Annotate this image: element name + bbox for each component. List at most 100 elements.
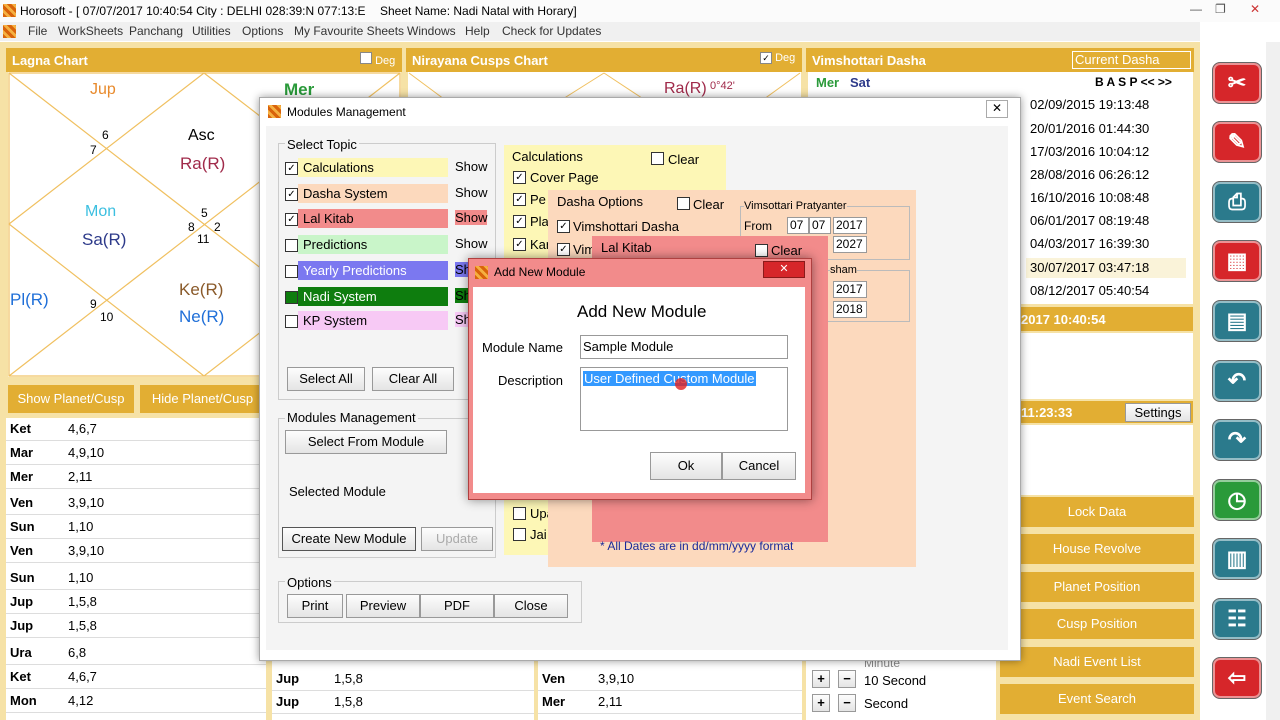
topic-checkbox[interactable]: ✓ xyxy=(285,188,298,201)
topic-label: KP System xyxy=(303,313,368,328)
topic-checkbox[interactable]: ✓ xyxy=(285,213,298,226)
calc-item-checkbox[interactable] xyxy=(513,528,526,541)
calc-item-checkbox[interactable] xyxy=(513,507,526,520)
dasha-date: 28/08/2016 06:26:12 xyxy=(1030,167,1150,182)
planet-position-button[interactable]: Planet Position xyxy=(1000,572,1194,602)
select-all-button[interactable]: Select All xyxy=(287,367,365,391)
update-button[interactable]: Update xyxy=(421,527,493,551)
description-selected-text: User Defined Custom Module xyxy=(583,371,756,386)
menu-file[interactable]: File xyxy=(28,24,47,38)
topic-predictions[interactable]: Predictions xyxy=(298,235,448,254)
close-icon[interactable]: ✕ xyxy=(1250,2,1260,16)
show-planet-cusp-button[interactable]: Show Planet/Cusp xyxy=(8,385,134,413)
topic-show-link[interactable]: Show xyxy=(455,210,488,225)
dasha-nav[interactable]: B A S P << >> xyxy=(1095,75,1172,89)
exit-icon[interactable]: ⇦ xyxy=(1212,657,1262,699)
create-new-module-button[interactable]: Create New Module xyxy=(282,527,416,551)
preview-button[interactable]: Preview xyxy=(346,594,420,618)
event-search-button[interactable]: Event Search xyxy=(1000,684,1194,714)
sham-year-input[interactable]: 2018 xyxy=(833,301,867,318)
lal-kitab-title: Lal Kitab xyxy=(601,240,652,255)
speed-second: Second xyxy=(864,696,909,711)
topic-nadi-system[interactable]: Nadi System xyxy=(298,287,448,306)
topic-kp-system[interactable]: KP System xyxy=(298,311,448,330)
maximize-icon[interactable]: ❐ xyxy=(1215,2,1226,16)
clear-all-button[interactable]: Clear All xyxy=(372,367,454,391)
ok-button[interactable]: Ok xyxy=(650,452,722,480)
dasha-clear-checkbox[interactable] xyxy=(677,197,690,210)
topic-dasha-system[interactable]: Dasha System xyxy=(298,184,448,203)
edit-icon[interactable]: ✎ xyxy=(1212,121,1262,163)
topic-show-link[interactable]: Show xyxy=(455,185,488,200)
speed-plus-button[interactable]: + xyxy=(812,694,830,712)
menu-favourite-sheets[interactable]: My Favourite Sheets xyxy=(294,24,404,38)
pdf-button[interactable]: PDF xyxy=(420,594,494,618)
lock-data-button[interactable]: Lock Data xyxy=(1000,497,1194,527)
hide-planet-cusp-button[interactable]: Hide Planet/Cusp xyxy=(140,385,265,413)
from-day-input[interactable]: 07 xyxy=(787,217,809,234)
topic-show-link[interactable]: Show xyxy=(455,236,488,251)
menu-windows[interactable]: Windows xyxy=(407,24,456,38)
description-textarea[interactable]: User Defined Custom Module xyxy=(580,367,788,431)
calc-item-checkbox[interactable]: ✓ xyxy=(513,193,526,206)
forward-arrow-icon[interactable]: ↷ xyxy=(1212,419,1262,461)
speed-minus-button[interactable]: − xyxy=(838,694,856,712)
menu-utilities[interactable]: Utilities xyxy=(192,24,231,38)
menu-help[interactable]: Help xyxy=(465,24,490,38)
calc-item-checkbox[interactable]: ✓ xyxy=(513,238,526,251)
vimshottari-checkbox[interactable]: ✓ xyxy=(557,220,570,233)
speed-minus-button[interactable]: − xyxy=(838,670,856,688)
lal-kitab-clear-checkbox[interactable] xyxy=(755,244,768,257)
cover-page-checkbox[interactable]: ✓ xyxy=(513,171,526,184)
topic-lal-kitab[interactable]: Lal Kitab xyxy=(298,209,448,228)
cusps-deg-checkbox[interactable]: ✓ Deg xyxy=(760,52,795,64)
topic-calculations[interactable]: Calculations xyxy=(298,158,448,177)
minimize-icon[interactable]: — xyxy=(1190,2,1202,16)
book-icon[interactable]: ▥ xyxy=(1212,538,1262,580)
cusp-position-button[interactable]: Cusp Position xyxy=(1000,609,1194,639)
menu-check-updates[interactable]: Check for Updates xyxy=(502,24,601,38)
topic-checkbox[interactable] xyxy=(285,315,298,328)
group-icon[interactable]: ☷ xyxy=(1212,598,1262,640)
print-button[interactable]: Print xyxy=(287,594,343,618)
calc-item-checkbox[interactable]: ✓ xyxy=(513,215,526,228)
scrollbar[interactable] xyxy=(1266,42,1280,720)
to-year-input[interactable]: 2027 xyxy=(833,236,867,253)
topic-show-link[interactable]: Show xyxy=(455,159,488,174)
topic-checkbox[interactable] xyxy=(285,239,298,252)
module-name-input[interactable]: Sample Module xyxy=(580,335,788,359)
speed-plus-button[interactable]: + xyxy=(812,670,830,688)
print-icon[interactable]: ⎙ xyxy=(1212,181,1262,223)
planet-ra: Ra(R) xyxy=(180,154,226,173)
topic-checkbox[interactable]: ✓ xyxy=(285,162,298,175)
sham-year-input[interactable]: 2017 xyxy=(833,281,867,298)
lagna-deg-checkbox[interactable]: Deg xyxy=(360,52,395,67)
menu-panchang[interactable]: Panchang xyxy=(129,24,183,38)
tools-icon[interactable]: ✂ xyxy=(1212,62,1262,104)
options-label: Options xyxy=(285,575,334,590)
house-revolve-button[interactable]: House Revolve xyxy=(1000,534,1194,564)
menu-options[interactable]: Options xyxy=(242,24,283,38)
from-month-input[interactable]: 07 xyxy=(809,217,831,234)
topic-checkbox[interactable] xyxy=(285,291,298,304)
close-button[interactable]: Close xyxy=(494,594,568,618)
nadi-event-list-button[interactable]: Nadi Event List xyxy=(1000,647,1194,677)
back-arrow-icon[interactable]: ↶ xyxy=(1212,360,1262,402)
clock-icon[interactable]: ◷ xyxy=(1212,479,1262,521)
calc-clear-checkbox[interactable] xyxy=(651,152,664,165)
document-icon[interactable]: ▤ xyxy=(1212,300,1262,342)
current-dasha-button[interactable]: Current Dasha xyxy=(1072,51,1191,69)
topic-yearly-predictions[interactable]: Yearly Predictions xyxy=(298,261,448,280)
select-from-module-button[interactable]: Select From Module xyxy=(285,430,447,454)
dialog-close-icon[interactable]: ✕ xyxy=(986,100,1008,118)
settings-button[interactable]: Settings xyxy=(1125,403,1191,422)
menu-worksheets[interactable]: WorkSheets xyxy=(58,24,123,38)
calendar-icon[interactable]: ▦ xyxy=(1212,240,1262,282)
from-year-input[interactable]: 2017 xyxy=(833,217,867,234)
topic-checkbox[interactable] xyxy=(285,265,298,278)
vim-checkbox[interactable]: ✓ xyxy=(557,243,570,256)
cancel-button[interactable]: Cancel xyxy=(722,452,796,480)
add-dialog-close-icon[interactable]: ✕ xyxy=(763,261,805,278)
topic-label: Nadi System xyxy=(303,289,377,304)
menu-app-icon[interactable] xyxy=(3,25,16,38)
